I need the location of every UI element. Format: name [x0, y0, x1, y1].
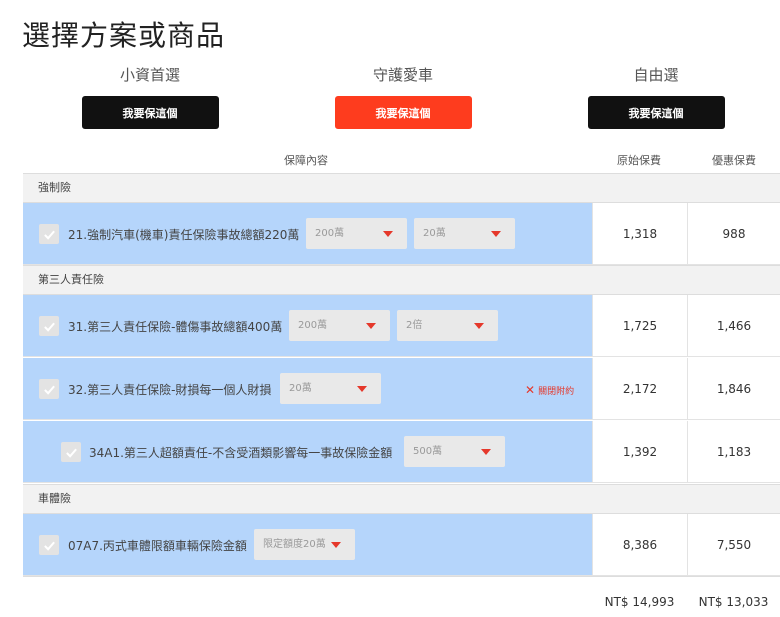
table-row: 21.強制汽車(機車)責任保險事故總額220萬 200萬 20萬 1,318 9…: [23, 203, 780, 265]
section-compulsory: 強制險: [23, 173, 780, 203]
chevron-down-icon: [366, 323, 376, 329]
select-value: 200萬: [298, 320, 328, 331]
row-checkbox[interactable]: [39, 379, 59, 399]
check-icon: [43, 230, 55, 240]
discount-premium: 1,183: [687, 421, 780, 482]
row-checkbox[interactable]: [39, 535, 59, 555]
original-premium: 8,386: [592, 514, 687, 575]
close-icon: ✕: [525, 383, 536, 397]
secondary-amount-select[interactable]: 20萬: [414, 218, 515, 249]
select-plan-car-guard-button[interactable]: 我要保這個: [334, 96, 472, 129]
chevron-down-icon: [383, 231, 393, 237]
coverage-label: 21.強制汽車(機車)責任保險事故總額220萬: [68, 228, 300, 242]
section-third-party: 第三人責任險: [23, 265, 780, 295]
page-title: 選擇方案或商品: [22, 19, 226, 52]
table-row: 32.第三人責任保險-財損每一個人財損 20萬 ✕ 關閉附約 2,172 1,84…: [23, 358, 780, 420]
total-discount-premium: NT$ 13,033: [698, 595, 769, 609]
discount-premium: 7,550: [687, 514, 780, 575]
coverage-amount-select[interactable]: 20萬: [280, 373, 381, 404]
chevron-down-icon: [331, 542, 341, 548]
coverage-amount-select[interactable]: 200萬: [306, 218, 407, 249]
table-bottom-divider: [23, 576, 780, 577]
chevron-down-icon: [357, 386, 367, 392]
select-value: 200萬: [315, 228, 345, 239]
plan-name: 守護愛車: [372, 66, 433, 84]
coverage-amount-select[interactable]: 限定額度20萬: [254, 529, 355, 560]
row-checkbox[interactable]: [61, 442, 81, 462]
plan-car-guard: 守護愛車 我要保這個: [333, 64, 473, 129]
select-value: 20萬: [289, 383, 312, 394]
column-header-discount: 優惠保費: [712, 154, 756, 167]
total-original-premium: NT$ 14,993: [604, 595, 675, 609]
check-icon: [43, 541, 55, 551]
select-value: 限定額度20萬: [263, 539, 326, 550]
chevron-down-icon: [491, 231, 501, 237]
plan-budget: 小資首選 我要保這個: [80, 64, 220, 129]
plan-free-choice: 自由選 我要保這個: [586, 64, 726, 129]
table-row: 07A7.丙式車體限額車輛保險金額 限定額度20萬 8,386 7,550: [23, 514, 780, 576]
discount-premium: 988: [687, 203, 780, 264]
column-header-original: 原始保費: [617, 154, 661, 167]
chevron-down-icon: [474, 323, 484, 329]
coverage-label: 07A7.丙式車體限額車輛保險金額: [68, 539, 247, 553]
multiplier-select[interactable]: 2倍: [397, 310, 498, 341]
close-rider-label: 關閉附約: [538, 387, 575, 397]
coverage-label: 34A1.第三人超額責任-不含受酒類影響每一事故保險金額: [89, 446, 393, 460]
select-value: 500萬: [413, 446, 443, 457]
original-premium: 1,392: [592, 421, 687, 482]
original-premium: 1,725: [592, 295, 687, 356]
plan-name: 自由選: [633, 66, 679, 84]
column-header-coverage: 保障內容: [284, 154, 328, 167]
coverage-amount-select[interactable]: 500萬: [404, 436, 505, 467]
original-premium: 2,172: [592, 358, 687, 419]
select-plan-budget-button[interactable]: 我要保這個: [81, 96, 219, 129]
select-value: 20萬: [423, 228, 446, 239]
close-rider-link[interactable]: ✕ 關閉附約: [525, 383, 574, 397]
coverage-label: 32.第三人責任保險-財損每一個人財損: [68, 383, 272, 397]
check-icon: [43, 322, 55, 332]
check-icon: [65, 448, 77, 458]
section-vehicle: 車體險: [23, 484, 780, 514]
table-row: 34A1.第三人超額責任-不含受酒類影響每一事故保險金額 500萬 1,392 …: [23, 421, 780, 483]
chevron-down-icon: [481, 449, 491, 455]
plan-name: 小資首選: [119, 66, 180, 84]
select-value: 2倍: [406, 320, 423, 331]
row-checkbox[interactable]: [39, 316, 59, 336]
check-icon: [43, 385, 55, 395]
coverage-label: 31.第三人責任保險-體傷事故總額400萬: [68, 320, 283, 334]
select-plan-free-choice-button[interactable]: 我要保這個: [587, 96, 725, 129]
table-row: 31.第三人責任保險-體傷事故總額400萬 200萬 2倍 1,725 1,46…: [23, 295, 780, 357]
original-premium: 1,318: [592, 203, 687, 264]
coverage-amount-select[interactable]: 200萬: [289, 310, 390, 341]
row-checkbox[interactable]: [39, 224, 59, 244]
discount-premium: 1,466: [687, 295, 780, 356]
discount-premium: 1,846: [687, 358, 780, 419]
